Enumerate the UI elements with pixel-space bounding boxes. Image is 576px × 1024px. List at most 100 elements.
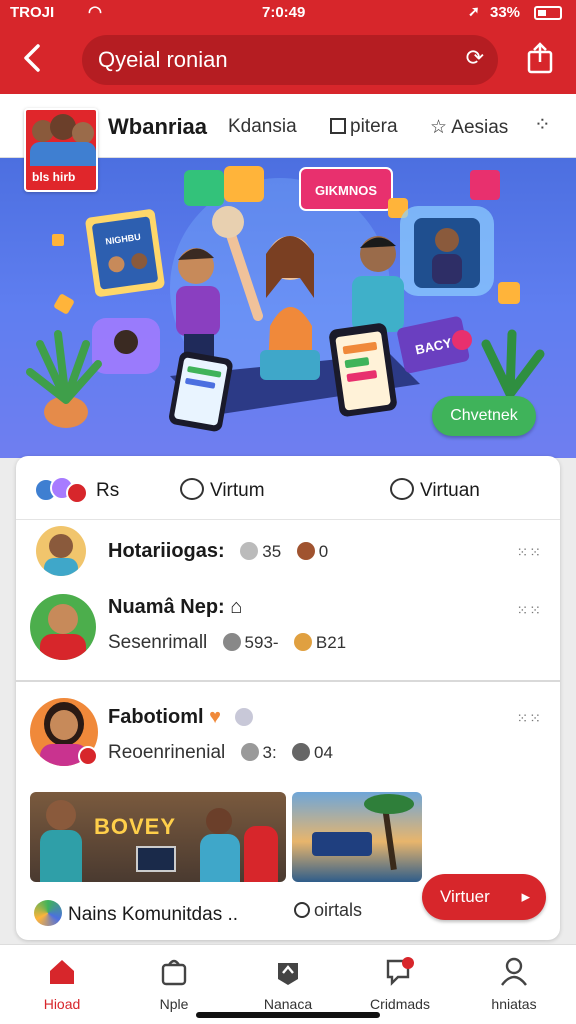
emoji-icon [292,743,310,761]
stat-b-value: 0 [318,542,329,561]
avatar [30,594,96,660]
avatar [66,482,88,504]
photo-thumbnail-2[interactable] [292,792,422,882]
more-options-icon[interactable]: ⁘ [534,112,551,137]
chat-notification-icon [386,957,414,986]
avatar-stack[interactable] [34,476,88,506]
stat-a-value: 35 [262,542,282,561]
avatar-body [40,634,86,660]
filter-2-label: Virtum [210,480,265,501]
radio-icon [294,902,310,918]
avatar-body [44,558,78,576]
virtual-join-button[interactable]: Virtuer ▸ [422,874,546,920]
person-shape [244,826,278,882]
stat-b: 0 [296,542,329,562]
avatar-face [48,604,78,634]
tab-3[interactable]: Nanaca [238,955,338,1012]
verified-badge [78,746,98,766]
lock-icon: ⌂ [230,596,243,618]
tab-profile-label: hniatas [491,996,537,1012]
channel-tab-2[interactable]: pitera [330,116,398,138]
emoji-icon [296,542,315,560]
divider [16,680,560,682]
status-bar: TROJI ◠ 7:0:49 ➚ 33% [0,2,576,26]
emoji-icon [240,542,259,560]
photo-thumbnail-1[interactable]: BOVEY [30,792,286,882]
bag-icon [161,959,187,986]
share-icon [527,42,553,74]
filter-3[interactable]: Virtuan [390,478,480,502]
list-item[interactable]: Nuamâ Nep: ⌂ Sesenrimall 593- B21 ⁙⁙ [16,584,560,680]
battery-percent: 33% [490,4,521,21]
virtual-label: oirtals [314,900,363,920]
list-item[interactable]: Hotariiogas: 35 0 ⁙⁙ [16,520,560,584]
emoji-icon [293,633,312,651]
channel-tab-3-label: Aesias [451,117,509,138]
community-link[interactable]: Nains Komunitdas .. [34,900,238,926]
filter-2[interactable]: Virtum [180,478,265,502]
star-icon: ☆ [430,117,448,138]
navigation-icon [278,963,298,985]
stat-b: 04 [292,743,333,763]
hero-cta-button[interactable]: Chvetnek [432,396,536,436]
stat-a-value: 3: [262,743,277,762]
tab-2[interactable]: Nple [124,955,224,1012]
tab-profile[interactable]: hniatas [464,955,564,1012]
profile-icon [501,957,527,986]
stat-b-value: 04 [314,743,333,762]
row-more-icon[interactable]: ⁙⁙ [517,544,542,561]
chevron-left-icon [24,44,40,72]
channel-tab-1[interactable]: Kdansia [228,116,297,138]
stat-a: 35 [240,542,281,562]
tab-home[interactable]: Hioad [12,955,112,1012]
list-item[interactable]: Fabotioml ♥ Reoenrinenial 3: 04 ⁙⁙ [16,692,560,788]
poster-shape [312,832,372,856]
channel-logo[interactable]: bls hirb [24,108,98,192]
community-label: Nains Komunitdas .. [68,904,239,925]
channel-name[interactable]: Wbanriaa [108,114,207,140]
emoji-icon [222,633,241,651]
item-title-text: Hotariiogas: [108,540,225,562]
back-button[interactable] [18,40,48,76]
stat-a: 3: [240,743,277,763]
emoji-icon [240,743,259,761]
carrier-label: TROJI [10,4,55,21]
item-title-text: Fabotioml [108,706,204,728]
tab-2-label: Nple [159,996,189,1012]
hero-banner: GIKMNOS NIGHBU BACY Chvetnek [0,158,576,458]
avatar [36,526,86,576]
wifi-icon: ◠ [88,4,102,21]
heart-icon: ♥ [209,706,221,728]
item-subtitle-text: Reoenrinenial [108,742,226,763]
channel-header: bls hirb Wbanriaa Kdansia pitera ☆ Aesia… [0,94,576,192]
row-more-icon[interactable]: ⁙⁙ [517,602,542,619]
media-thumbnails: BOVEY [30,792,430,884]
stat-a: 593- [222,633,279,653]
virtual-option[interactable]: oirtals [294,900,362,921]
palm-leaves-shape [364,794,414,814]
search-bar[interactable]: Qyeial ronian ⟳ [82,35,498,85]
tab-home-label: Hioad [43,996,81,1012]
stat-b-value: B21 [315,633,347,652]
share-button[interactable] [524,40,556,76]
community-icon [34,900,62,926]
tab-4[interactable]: Cridmads [350,955,450,1012]
chat-bubble-icon [390,478,414,500]
channel-tab-3[interactable]: ☆ Aesias [430,116,508,139]
row-more-icon[interactable]: ⁙⁙ [517,710,542,727]
refresh-icon[interactable]: ⟳ [466,45,484,71]
item-subtitle-text: Sesenrimall [108,632,208,653]
chat-bubble-icon [180,478,204,500]
avatar-face [49,534,73,558]
search-query[interactable]: Qyeial ronian [98,47,228,73]
home-indicator [196,1012,380,1018]
person-shape [200,834,240,882]
tab-4-label: Cridmads [370,996,430,1012]
person-shape [40,830,82,882]
hero-sign-text: GIKMNOS [315,183,377,198]
logo-caption: bls hirb [32,170,76,184]
info-icon [234,708,253,726]
filter-1[interactable]: Rs [96,480,119,502]
clock: 7:0:49 [262,4,306,21]
community-bar: Nains Komunitdas .. oirtals Virtuer ▸ [16,874,560,940]
